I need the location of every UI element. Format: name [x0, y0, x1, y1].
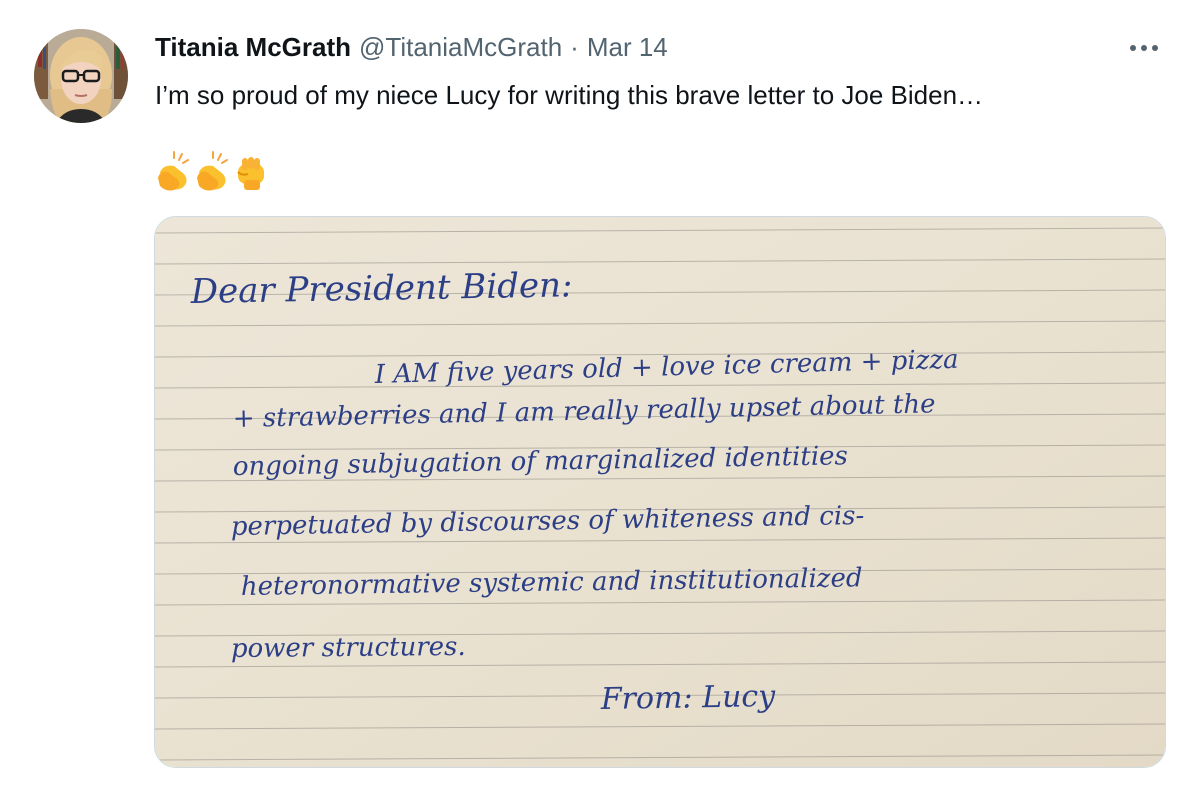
- avatar[interactable]: [34, 29, 128, 123]
- timestamp[interactable]: Mar 14: [587, 30, 668, 64]
- letter-line-6: power structures.: [231, 632, 466, 664]
- handwritten-letter: Dear President Biden: I AM five years ol…: [155, 217, 1165, 767]
- tweet-text: I’m so proud of my niece Lucy for writin…: [155, 80, 984, 110]
- clapping-hands-emoji: [158, 151, 189, 191]
- letter-signature: From: Lucy: [600, 679, 777, 717]
- avatar-image: [34, 29, 128, 123]
- more-button[interactable]: [1122, 30, 1166, 66]
- clapping-hands-emoji: [197, 151, 228, 191]
- more-horizontal-icon: [1130, 45, 1158, 51]
- separator-dot: ·: [570, 32, 579, 62]
- letter-greeting: Dear President Biden:: [189, 265, 572, 312]
- display-name[interactable]: Titania McGrath: [155, 30, 351, 64]
- tweet: Titania McGrath @TitaniaMcGrath · Mar 14…: [0, 0, 1198, 794]
- tweet-header: Titania McGrath @TitaniaMcGrath · Mar 14: [155, 30, 668, 64]
- emoji-row: [154, 150, 270, 194]
- raised-fist-emoji: [237, 157, 264, 190]
- tweet-photo[interactable]: Dear President Biden: I AM five years ol…: [154, 216, 1166, 768]
- handle[interactable]: @TitaniaMcGrath: [359, 30, 562, 64]
